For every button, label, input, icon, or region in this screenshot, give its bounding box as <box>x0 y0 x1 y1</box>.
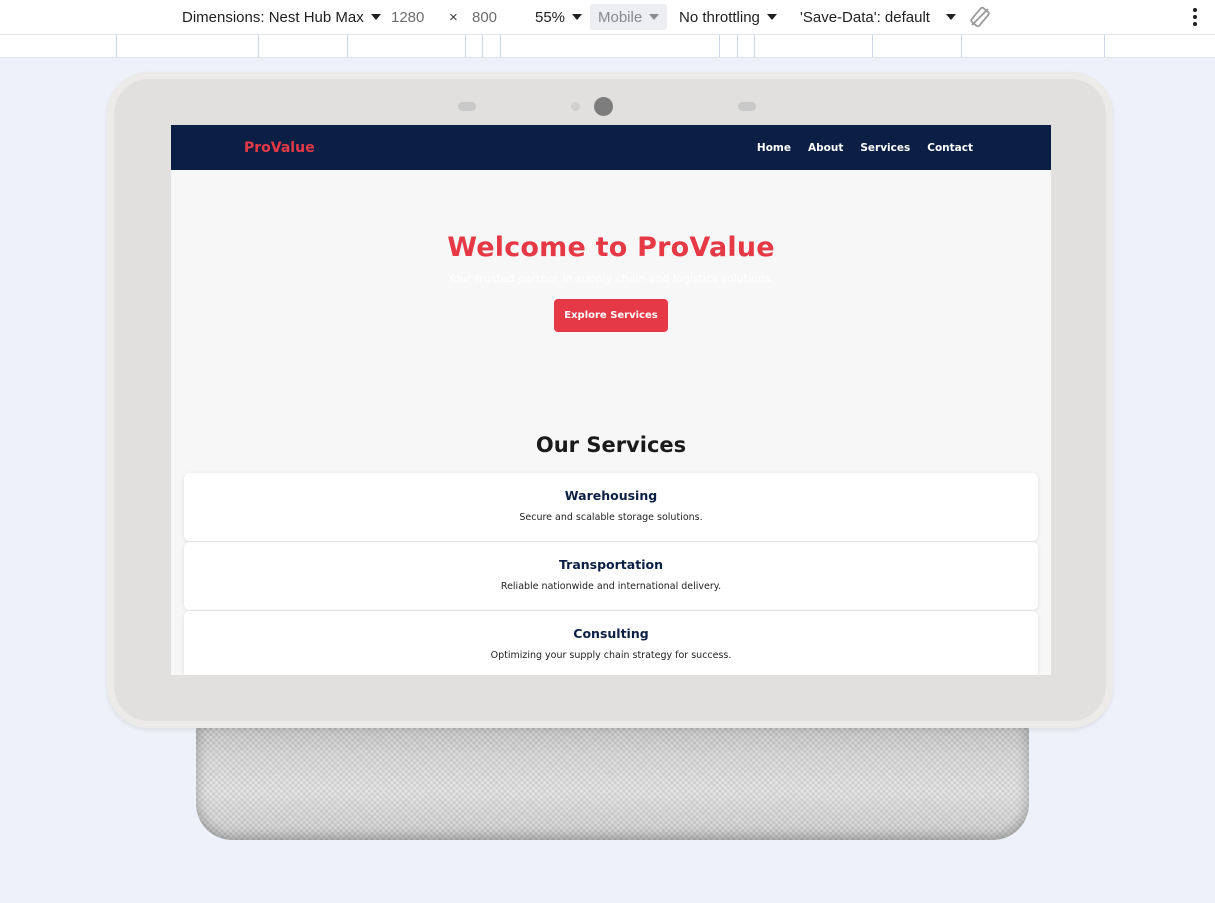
throttling-value: No throttling <box>679 8 760 26</box>
media-query-ruler[interactable] <box>0 34 1215 58</box>
service-title: Warehousing <box>564 488 658 503</box>
device-screen: ProValue Home About Services Contact Wel… <box>171 125 1051 675</box>
caret-down-icon <box>572 14 583 20</box>
save-data-dropdown[interactable]: 'Save-Data': default <box>800 0 956 34</box>
hero-section: Welcome to ProValue Your trusted partner… <box>171 170 1051 380</box>
device-type-value: Mobile <box>598 8 643 26</box>
light-sensor-icon <box>571 102 580 111</box>
device-dimensions-label: Dimensions: Nest Hub Max <box>182 8 364 26</box>
camera-icon <box>594 97 613 116</box>
nav-links: Home About Services Contact <box>757 142 973 154</box>
sensor-icon <box>458 102 476 111</box>
sensor-icon <box>738 102 756 111</box>
service-title: Transportation <box>559 557 663 572</box>
rotate-icon[interactable] <box>969 0 991 34</box>
zoom-dropdown[interactable]: 55% <box>535 0 583 34</box>
caret-down-icon <box>370 14 381 20</box>
zoom-value: 55% <box>535 8 566 26</box>
service-title: Consulting <box>573 626 649 641</box>
service-description: Secure and scalable storage solutions. <box>519 512 703 523</box>
nav-link-services[interactable]: Services <box>860 142 910 154</box>
device-toolbar: Dimensions: Nest Hub Max 1280 × 800 55% … <box>0 0 1215 34</box>
more-options-icon[interactable] <box>1193 0 1197 34</box>
device-dimensions-dropdown[interactable]: Dimensions: Nest Hub Max <box>182 0 381 34</box>
service-description: Optimizing your supply chain strategy fo… <box>490 650 732 661</box>
height-input[interactable]: 800 <box>472 0 497 34</box>
nav-link-contact[interactable]: Contact <box>927 142 973 154</box>
brand-logo[interactable]: ProValue <box>244 140 315 156</box>
nav-link-home[interactable]: Home <box>757 142 791 154</box>
width-input[interactable]: 1280 <box>391 0 424 34</box>
service-card-warehousing: Warehousing Secure and scalable storage … <box>184 473 1038 541</box>
nav-link-about[interactable]: About <box>808 142 843 154</box>
site-navbar: ProValue Home About Services Contact <box>171 125 1051 170</box>
explore-services-button[interactable]: Explore Services <box>554 299 668 332</box>
times-icon: × <box>449 8 458 26</box>
services-section: Our Services Warehousing Secure and scal… <box>171 380 1051 675</box>
service-card-consulting: Consulting Optimizing your supply chain … <box>184 611 1038 675</box>
caret-down-icon <box>649 14 660 20</box>
hero-title: Welcome to ProValue <box>447 232 775 263</box>
throttling-dropdown[interactable]: No throttling <box>679 0 777 34</box>
services-heading: Our Services <box>535 433 687 457</box>
save-data-value: 'Save-Data': default <box>800 8 930 26</box>
hero-subtitle: Your trusted partner in supply chain and… <box>447 272 775 285</box>
caret-down-icon <box>945 14 956 20</box>
device-speaker-base <box>196 716 1029 840</box>
device-type-dropdown[interactable]: Mobile <box>590 0 668 34</box>
service-description: Reliable nationwide and international de… <box>500 581 722 592</box>
service-card-transportation: Transportation Reliable nationwide and i… <box>184 542 1038 610</box>
caret-down-icon <box>766 14 777 20</box>
